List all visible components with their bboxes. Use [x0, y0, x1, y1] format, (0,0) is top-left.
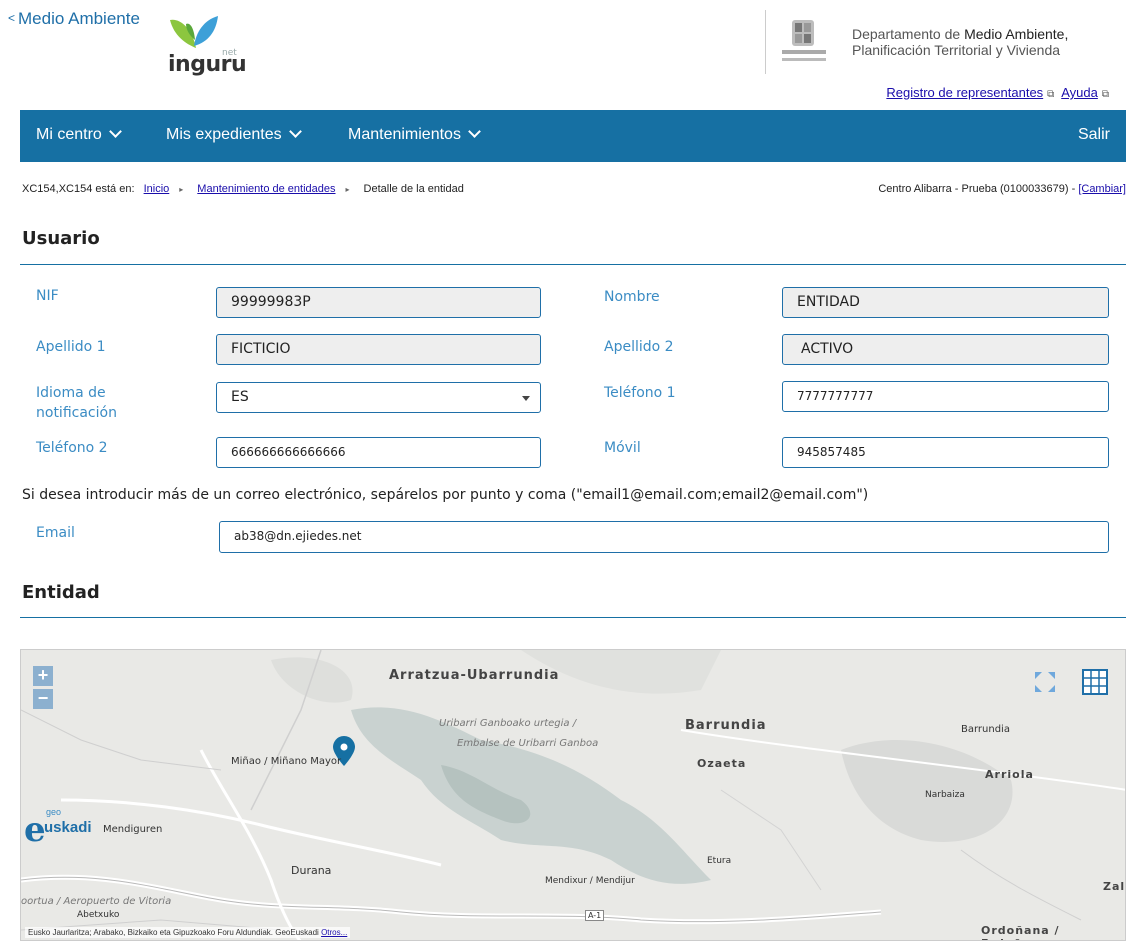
chevron-down-icon [288, 125, 302, 138]
logo-inguru-text: inguru [168, 52, 247, 77]
usuario-section-divider [20, 264, 1126, 265]
external-link-icon: ⧉ [1047, 89, 1055, 100]
breadcrumb: XC154,XC154 está en: Inicio ▸ Mantenimient… [22, 183, 464, 195]
fullscreen-icon[interactable] [1033, 670, 1057, 694]
map-label-unbarri: Uribarri Ganboako urtegia / [439, 718, 577, 729]
dropdown-arrow-icon [522, 396, 530, 401]
map-label-arratzua: Arratzua-Ubarrundia [389, 668, 560, 683]
nav-mi-centro-label: Mi centro [36, 126, 102, 143]
entidad-section-divider [20, 617, 1126, 618]
entidad-section-title: Entidad [22, 582, 100, 603]
map-view[interactable]: + − Arratzua-Ubarrundia Uribarri Ganboak… [20, 649, 1126, 941]
gobierno-vasco-emblem-icon [782, 20, 826, 61]
layers-grid-icon[interactable] [1081, 668, 1109, 696]
nombre-label: Nombre [604, 289, 660, 305]
nav-mantenimientos-label: Mantenimientos [348, 126, 461, 143]
idioma-select[interactable]: ES [216, 382, 541, 413]
department-name: Departamento de Medio Ambiente, Planific… [852, 26, 1068, 58]
map-label-etura: Etura [707, 856, 732, 866]
zoom-out-button[interactable]: − [33, 689, 53, 709]
dept-line1-light: Departamento de [852, 26, 961, 42]
apellido1-label: Apellido 1 [36, 339, 106, 355]
nav-mis-expedientes-label: Mis expedientes [166, 126, 282, 143]
back-to-medio-ambiente-link[interactable]: < Medio Ambiente [8, 9, 140, 29]
nav-mantenimientos[interactable]: Mantenimientos [348, 125, 481, 144]
idioma-selected-value: ES [231, 389, 249, 405]
map-label-durana: Durana [291, 864, 332, 877]
center-info: Centro Alibarra - Prueba (0100033679) - … [878, 183, 1126, 195]
usuario-section-title: Usuario [22, 228, 100, 249]
external-link-icon: ⧉ [1101, 89, 1109, 100]
chevron-down-icon [468, 125, 481, 138]
nif-field[interactable]: 99999983P [216, 287, 541, 318]
cambiar-centro-link[interactable]: [Cambiar] [1078, 183, 1126, 195]
breadcrumb-inicio-link[interactable]: Inicio [144, 183, 170, 195]
geoeuskadi-logo: e geo uskadi [24, 807, 92, 847]
telefono1-label: Teléfono 1 [604, 385, 676, 401]
apellido2-label: Apellido 2 [604, 339, 674, 355]
nombre-field[interactable]: ENTIDAD [782, 287, 1109, 318]
map-attribution-link[interactable]: Otros... [321, 928, 347, 937]
nav-mi-centro[interactable]: Mi centro [36, 125, 122, 144]
nav-mis-expedientes[interactable]: Mis expedientes [166, 125, 302, 144]
registro-representantes-link[interactable]: Registro de representantes [886, 85, 1043, 100]
map-label-embalse: Embalse de Uribarri Ganboa [457, 738, 599, 749]
breadcrumb-separator-icon: ▸ [179, 185, 184, 194]
map-label-a1-road: A-1 [585, 910, 605, 921]
chevron-down-icon [108, 125, 122, 138]
movil-field[interactable]: 945857485 [782, 437, 1109, 468]
telefono1-field[interactable]: 7777777777 [782, 381, 1109, 412]
map-label-mendiguren: Mendiguren [103, 824, 163, 835]
map-label-arriola: Arriola [985, 768, 1034, 781]
telefono2-label: Teléfono 2 [36, 440, 108, 456]
geoeuskadi-main-text: uskadi [44, 819, 92, 836]
map-label-ozaeta: Ozaeta [697, 757, 747, 770]
dept-line1-strong: Medio Ambiente, [964, 26, 1069, 42]
geoeuskadi-geo-text: geo [46, 807, 62, 817]
map-attribution-text: Eusko Jaurlaritza; Arabako, Bizkaiko eta… [28, 928, 319, 937]
idioma-label: Idioma de notificación [36, 383, 117, 423]
main-navbar: Mi centro Mis expedientes Mantenimientos… [20, 110, 1126, 162]
ayuda-link[interactable]: Ayuda [1061, 85, 1098, 100]
movil-label: Móvil [604, 440, 641, 456]
email-label: Email [36, 525, 75, 541]
breadcrumb-current: Detalle de la entidad [363, 183, 464, 195]
breadcrumb-prefix: XC154,XC154 está en: [22, 183, 135, 195]
map-label-aeropuerto: oortua / Aeropuerto de Vitoria [21, 896, 172, 907]
nif-label: NIF [36, 288, 59, 304]
map-label-barrundia: Barrundia [685, 718, 767, 733]
zoom-in-button[interactable]: + [33, 666, 53, 686]
geoeuskadi-e-icon: e [24, 810, 46, 850]
header-divider [765, 10, 766, 74]
map-label-zal: Zal [1103, 880, 1126, 893]
chevron-left-icon: < [8, 11, 16, 25]
center-info-text: Centro Alibarra - Prueba (0100033679) - [878, 183, 1076, 195]
dept-line2: Planificación Territorial y Vivienda [852, 42, 1061, 58]
idioma-label-line2: notificación [36, 405, 117, 421]
apellido2-field[interactable]: ACTIVO [782, 334, 1109, 365]
email-field[interactable]: ab38@dn.ejiedes.net [219, 521, 1109, 553]
top-links: Registro de representantes ⧉ Ayuda ⧉ [886, 85, 1113, 100]
telefono2-field[interactable]: 666666666666666 [216, 437, 541, 468]
breadcrumb-mantenimiento-link[interactable]: Mantenimiento de entidades [197, 183, 335, 195]
map-label-minano: Miñao / Miñano Mayor [231, 756, 342, 767]
back-link-label: Medio Ambiente [18, 9, 140, 28]
breadcrumb-separator-icon: ▸ [345, 185, 350, 194]
map-attribution: Eusko Jaurlaritza; Arabako, Bizkaiko eta… [25, 927, 351, 938]
map-label-barrundia-small: Barrundia [961, 724, 1010, 735]
email-instructions: Si desea introducir más de un correo ele… [22, 487, 869, 503]
map-label-mendixur: Mendixur / Mendijur [545, 876, 635, 886]
map-label-abetxuko: Abetxuko [77, 910, 120, 920]
apellido1-field[interactable]: FICTICIO [216, 334, 541, 365]
salir-button[interactable]: Salir [1078, 126, 1110, 144]
map-label-ordonana: Ordoñana / Erdoñana [981, 924, 1060, 940]
map-label-narbaiza: Narbaiza [925, 790, 965, 800]
idioma-label-line1: Idioma de [36, 385, 106, 401]
